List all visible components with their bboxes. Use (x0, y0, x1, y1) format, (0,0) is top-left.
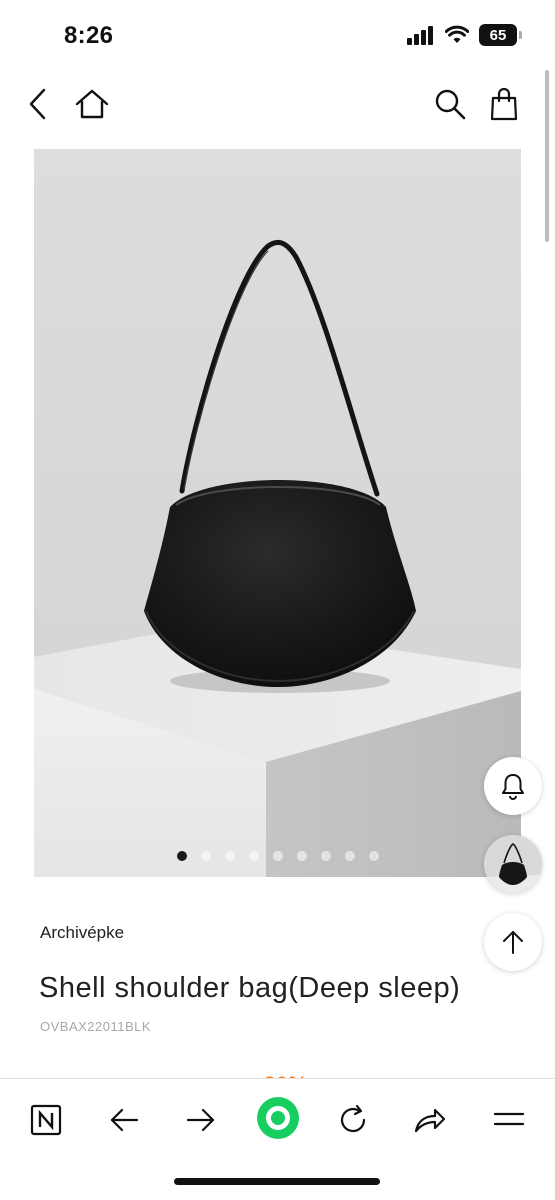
refresh-button[interactable] (331, 1098, 375, 1142)
carousel-dot[interactable] (344, 851, 355, 861)
product-sku: OVBAX22011BLK (40, 1019, 152, 1034)
battery-level: 65 (489, 26, 507, 44)
product-photo (34, 149, 521, 877)
carousel-dot[interactable] (200, 851, 211, 861)
product-title: Shell shoulder bag(Deep sleep) (39, 972, 461, 1004)
product-image-carousel[interactable] (34, 149, 521, 877)
status-time: 8:26 (64, 22, 114, 49)
carousel-dot[interactable] (320, 851, 331, 861)
bell-icon (502, 774, 524, 800)
back-icon (29, 88, 46, 120)
share-icon (414, 1108, 446, 1133)
search-button[interactable] (430, 84, 470, 124)
browser-forward-button[interactable] (179, 1098, 223, 1142)
menu-button[interactable] (487, 1098, 531, 1142)
battery-icon: 65 (479, 24, 522, 46)
signal-icon (407, 26, 433, 45)
naver-n-icon (30, 1104, 62, 1136)
green-circle-icon (257, 1097, 299, 1139)
wifi-icon (445, 25, 469, 43)
home-icon (75, 89, 109, 119)
naver-button[interactable] (24, 1098, 68, 1142)
arrow-left-icon (110, 1108, 139, 1132)
back-button[interactable] (18, 84, 58, 124)
shopping-bag-icon (490, 87, 518, 121)
brand-name[interactable]: Archivépke (40, 923, 124, 943)
carousel-dots[interactable] (34, 851, 521, 861)
home-indicator (174, 1178, 380, 1185)
product-thumbnail (484, 835, 542, 893)
scroll-indicator (545, 70, 549, 242)
scroll-top-button[interactable] (484, 913, 542, 971)
status-icons: 65 (407, 24, 522, 46)
share-button[interactable] (408, 1098, 452, 1142)
carousel-dot[interactable] (248, 851, 259, 861)
nav-bar (0, 70, 555, 140)
carousel-dot[interactable] (224, 851, 235, 861)
search-icon (435, 89, 466, 120)
green-dot-button[interactable] (254, 1094, 302, 1142)
refresh-icon (340, 1104, 366, 1133)
home-button[interactable] (72, 84, 112, 124)
notification-button[interactable] (484, 757, 542, 815)
product-thumbnail-button[interactable] (484, 835, 542, 893)
menu-icon (493, 1112, 525, 1126)
arrow-up-icon (503, 931, 523, 954)
carousel-dot[interactable] (272, 851, 283, 861)
carousel-dot[interactable] (368, 851, 379, 861)
arrow-right-icon (186, 1108, 215, 1132)
status-bar: 8:26 65 (0, 0, 555, 70)
cart-button[interactable] (484, 84, 524, 124)
carousel-dot[interactable] (296, 851, 307, 861)
browser-back-button[interactable] (102, 1098, 146, 1142)
carousel-dot[interactable] (176, 851, 187, 861)
